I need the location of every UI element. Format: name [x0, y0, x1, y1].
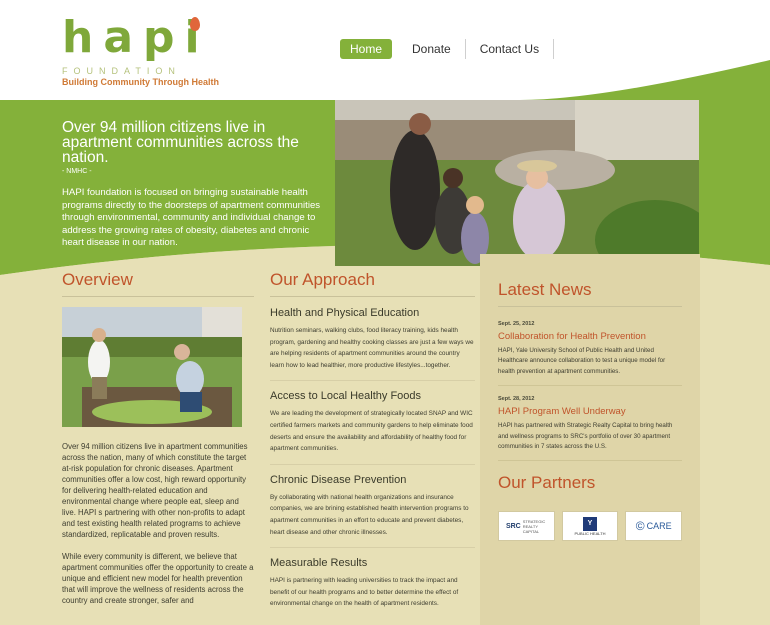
overview-para-1: Over 94 million citizens live in apartme… — [62, 442, 248, 539]
hero-body: HAPI foundation is focused on bringing s… — [62, 187, 321, 249]
overview-para-2: While every community is different, we b… — [62, 552, 254, 605]
hero-photo — [335, 100, 699, 266]
partners-title: Our Partners — [498, 473, 596, 493]
main-nav: Home Donate Contact Us — [340, 39, 555, 59]
approach-section: Chronic Disease Prevention By collaborat… — [270, 473, 475, 549]
nav-donate[interactable]: Donate — [398, 39, 466, 59]
approach-column: Our Approach Health and Physical Educati… — [270, 270, 475, 610]
approach-section-title: Chronic Disease Prevention — [270, 473, 407, 486]
site-logo[interactable]: hapi FOUNDATION Building Community Throu… — [62, 12, 219, 88]
news-title: Latest News — [498, 280, 682, 307]
hero-title: Over 94 million citizens live in apartme… — [62, 119, 299, 166]
news-headline[interactable]: Collaboration for Health Prevention — [498, 331, 682, 342]
approach-section-title: Access to Local Healthy Foods — [270, 390, 422, 403]
leaf-icon — [190, 17, 200, 31]
partner-care-logo[interactable]: © CARE — [625, 511, 683, 542]
partner-src-logo[interactable]: SRC STRATEGIC REALTY CAPITAL — [498, 511, 555, 542]
news-sidebar: Latest News Sept. 25, 2012 Collaboration… — [480, 254, 700, 625]
overview-column: Overview Over 94 million citizens live i… — [62, 270, 254, 606]
approach-title: Our Approach — [270, 270, 475, 297]
news-date: Sept. 28, 2012 — [498, 396, 535, 403]
approach-section-title: Health and Physical Education — [270, 307, 420, 319]
approach-section-body: HAPI is partnering with leading universi… — [270, 577, 459, 608]
news-summary: HAPI has partnered with Strategic Realty… — [498, 422, 673, 451]
approach-section: Measurable Results HAPI is partnering wi… — [270, 557, 475, 610]
news-summary: HAPI, Yale University School of Public H… — [498, 347, 666, 375]
overview-photo — [62, 307, 242, 427]
news-headline[interactable]: HAPI Program Well Underway — [498, 406, 682, 417]
news-item[interactable]: Sept. 28, 2012 HAPI Program Well Underwa… — [498, 396, 682, 462]
logo-word: hapi — [62, 12, 210, 63]
approach-section: Access to Local Healthy Foods We are lea… — [270, 390, 475, 465]
hero-source: - NMHC - — [62, 168, 92, 175]
overview-title: Overview — [62, 270, 254, 297]
nav-home[interactable]: Home — [340, 39, 393, 59]
approach-section-body: Nutrition seminars, walking clubs, food … — [270, 327, 474, 369]
news-item[interactable]: Sept. 25, 2012 Collaboration for Health … — [498, 321, 682, 387]
approach-section-body: By collaborating with national health or… — [270, 493, 469, 536]
approach-section: Health and Physical Education Nutrition … — [270, 307, 475, 382]
news-date: Sept. 25, 2012 — [498, 321, 535, 327]
hero-text: Over 94 million citizens live in apartme… — [62, 120, 322, 250]
approach-section-title: Measurable Results — [270, 557, 368, 570]
partner-yale-logo[interactable]: Y PUBLIC HEALTH — [561, 511, 619, 542]
partner-logos: SRC STRATEGIC REALTY CAPITAL Y PUBLIC HE… — [498, 511, 683, 542]
approach-section-body: We are leading the development of strate… — [270, 410, 473, 453]
nav-contact[interactable]: Contact Us — [466, 39, 555, 59]
